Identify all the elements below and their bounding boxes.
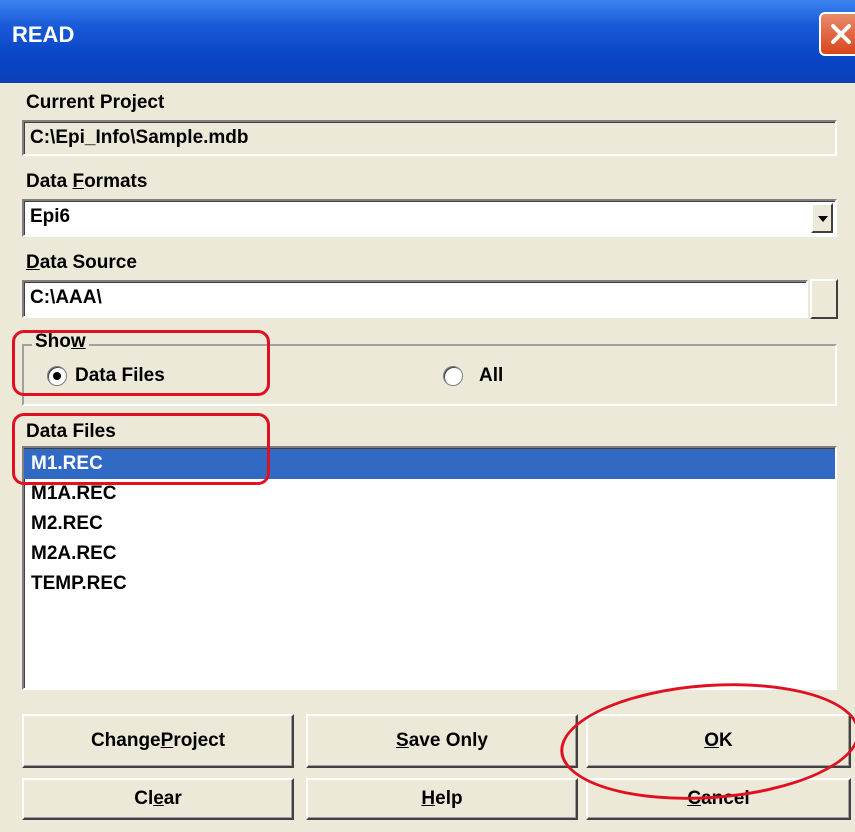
change-project-button[interactable]: Change Project [22, 714, 294, 768]
chevron-down-icon [818, 216, 828, 222]
ok-button[interactable]: OK [586, 714, 851, 768]
data-formats-value: Epi6 [30, 206, 71, 227]
data-formats-dropdown-button[interactable] [811, 203, 833, 233]
show-legend: Show [32, 331, 89, 353]
radio-data-files-label[interactable]: Data Files [75, 365, 165, 387]
title-bar[interactable]: READ [0, 0, 855, 83]
list-item[interactable]: M1A.REC [24, 479, 835, 509]
browse-button[interactable] [810, 279, 838, 319]
list-item[interactable]: M2A.REC [24, 539, 835, 569]
data-formats-label: Data Formats [26, 171, 148, 192]
list-item[interactable]: TEMP.REC [24, 569, 835, 599]
data-files-list[interactable]: M1.REC M1A.REC M2.REC M2A.REC TEMP.REC [22, 446, 837, 690]
radio-all[interactable] [443, 366, 463, 386]
data-source-value: C:\AAA\ [30, 287, 102, 308]
current-project-value: C:\Epi_Info\Sample.mdb [30, 127, 249, 148]
close-icon [831, 24, 851, 44]
current-project-field: C:\Epi_Info\Sample.mdb [22, 120, 837, 156]
data-files-label: Data Files [26, 421, 116, 442]
radio-selected-dot [53, 372, 61, 380]
list-item[interactable]: M2.REC [24, 509, 835, 539]
clear-button[interactable]: Cl e ar [22, 778, 294, 820]
current-project-label: Current Project [26, 92, 165, 113]
list-item[interactable]: M1.REC [24, 449, 835, 479]
close-button[interactable] [819, 12, 855, 56]
data-source-label: Data Source [26, 252, 137, 273]
window-title: READ [12, 22, 75, 47]
read-dialog: READ Current Project C:\Epi_Info\Sample.… [0, 0, 855, 832]
data-formats-select[interactable]: Epi6 [22, 199, 837, 237]
data-source-input[interactable]: C:\AAA\ [22, 280, 808, 318]
radio-all-label[interactable]: All [479, 365, 503, 387]
radio-data-files[interactable] [47, 366, 67, 386]
save-only-button[interactable]: Save Only [306, 714, 578, 768]
cancel-button[interactable]: Cancel [586, 778, 851, 820]
help-button[interactable]: Help [306, 778, 578, 820]
